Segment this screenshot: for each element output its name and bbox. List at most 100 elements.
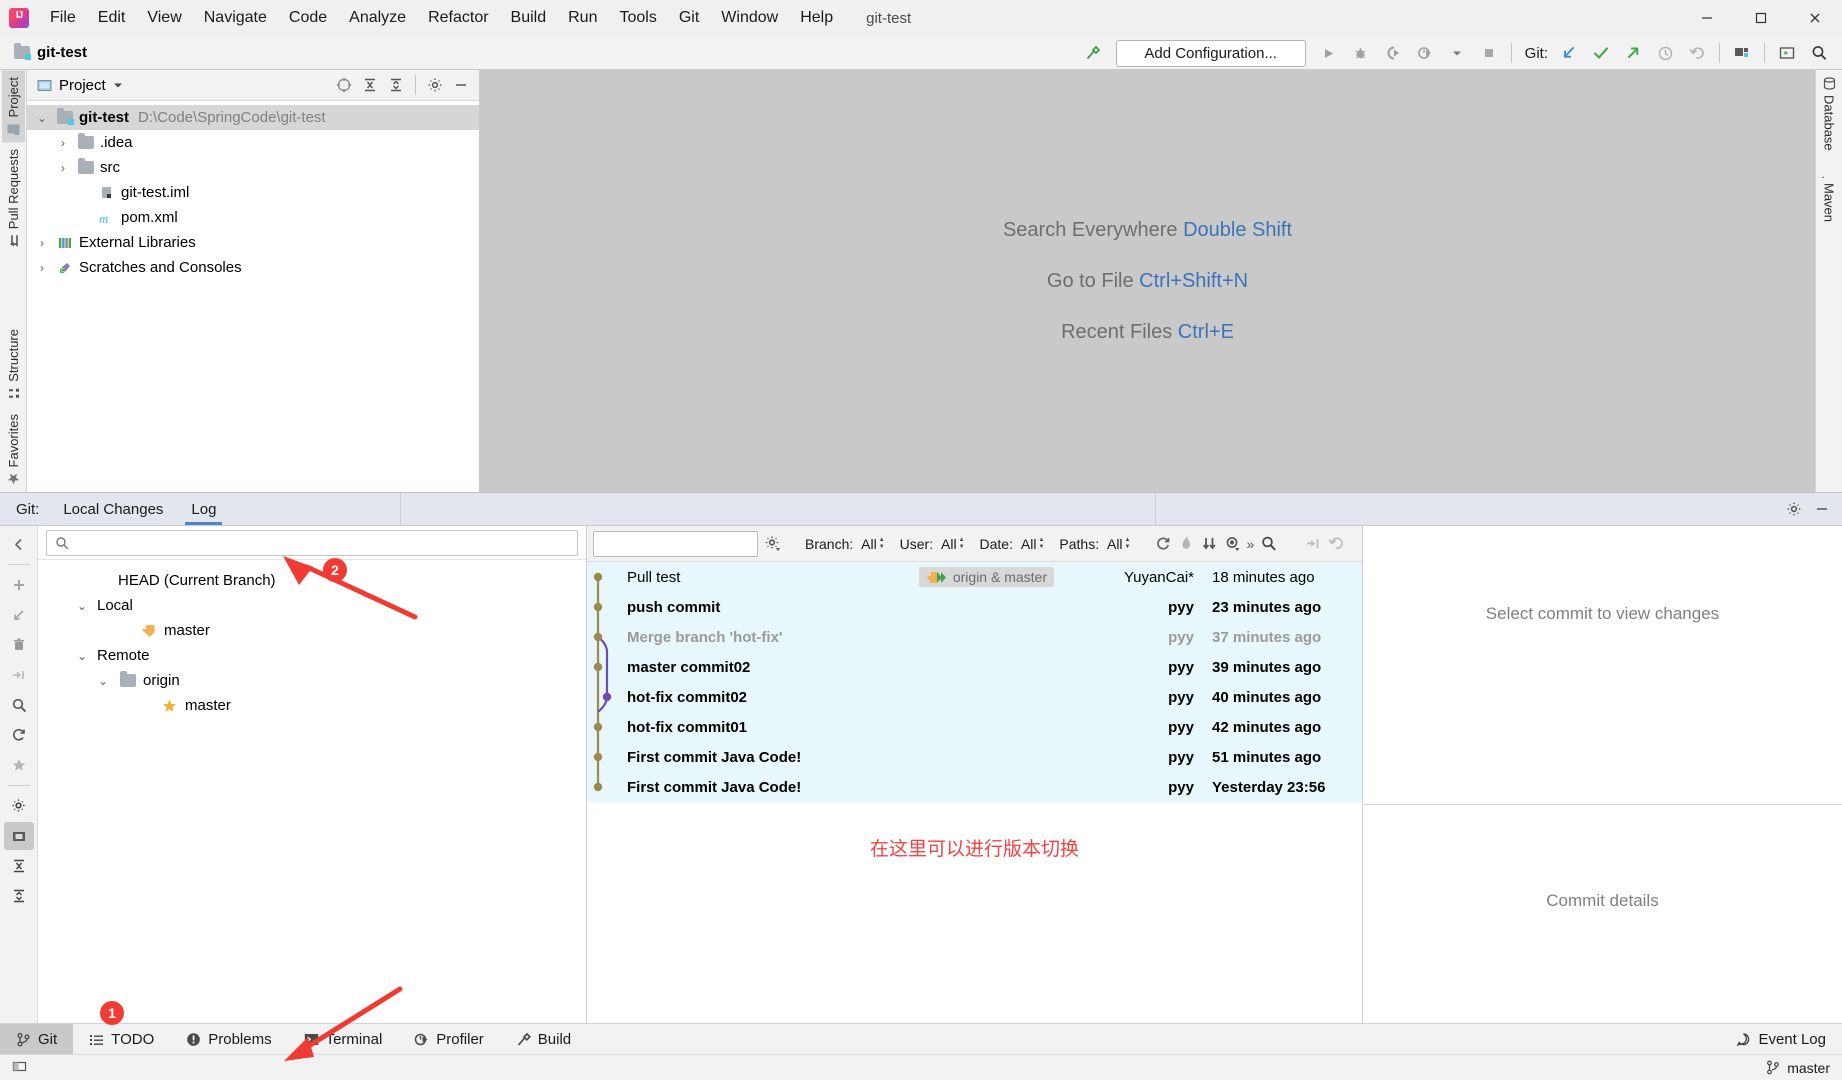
stripe-item-project[interactable]: Project bbox=[1, 70, 25, 143]
refresh-icon[interactable] bbox=[4, 721, 34, 749]
expand-all-icon[interactable] bbox=[4, 852, 34, 880]
stripe-item-structure[interactable]: Structure bbox=[2, 322, 25, 407]
bottom-tab-problems[interactable]: Problems bbox=[170, 1024, 287, 1054]
more-icon[interactable]: » bbox=[1247, 533, 1255, 555]
profile-icon[interactable] bbox=[1410, 39, 1440, 67]
project-window-title-group[interactable]: Project bbox=[37, 77, 123, 94]
build-hammer-icon[interactable] bbox=[1078, 39, 1108, 67]
menu-item-git[interactable]: Git bbox=[668, 5, 710, 31]
breadcrumb[interactable]: git-test bbox=[14, 43, 87, 61]
run-icon[interactable] bbox=[1314, 39, 1344, 67]
git-push-icon[interactable] bbox=[1618, 39, 1648, 67]
git-commit-icon[interactable] bbox=[1586, 39, 1616, 67]
chevron-right-icon[interactable]: › bbox=[54, 136, 72, 150]
event-log-button[interactable]: Event Log bbox=[1720, 1024, 1842, 1054]
scroll-from-source-icon[interactable] bbox=[332, 74, 356, 96]
project-tree-item-scratches-and-consoles[interactable]: › C Scratches and Consoles bbox=[27, 255, 479, 280]
menu-item-run[interactable]: Run bbox=[557, 5, 608, 31]
branch-tree-item-origin[interactable]: ⌄ origin bbox=[38, 668, 586, 693]
collapse-all-icon[interactable] bbox=[384, 74, 408, 96]
log-search-box[interactable] bbox=[593, 530, 788, 557]
menu-item-tools[interactable]: Tools bbox=[608, 5, 667, 31]
menu-item-window[interactable]: Window bbox=[710, 5, 789, 31]
menu-item-edit[interactable]: Edit bbox=[87, 5, 137, 31]
menu-item-view[interactable]: View bbox=[136, 5, 192, 31]
chevron-right-icon[interactable]: › bbox=[33, 236, 51, 250]
tab-log[interactable]: Log bbox=[177, 493, 230, 525]
project-tree-item-pom-xml[interactable]: m pom.xml bbox=[27, 205, 479, 230]
menu-item-help[interactable]: Help bbox=[789, 5, 844, 31]
stripe-item-maven[interactable]: m Maven bbox=[1818, 158, 1841, 229]
chevron-down-icon[interactable] bbox=[113, 80, 123, 90]
close-button[interactable] bbox=[1788, 0, 1842, 36]
show-folders-icon[interactable] bbox=[3, 822, 34, 850]
add-configuration-button[interactable]: Add Configuration... bbox=[1115, 39, 1306, 67]
log-settings-gear-icon[interactable] bbox=[764, 533, 781, 555]
expand-all-icon[interactable] bbox=[358, 74, 382, 96]
menu-item-analyze[interactable]: Analyze bbox=[338, 5, 417, 31]
project-tree-item-git-test-iml[interactable]: git-test.iml bbox=[27, 180, 479, 205]
collapse-icon[interactable] bbox=[4, 661, 34, 689]
refresh-icon[interactable] bbox=[1155, 533, 1172, 555]
bottom-tab-todo[interactable]: TODO bbox=[73, 1024, 170, 1054]
branch-tree-item-master[interactable]: master bbox=[38, 618, 586, 643]
branch-tree-item-local[interactable]: ⌄ Local bbox=[38, 593, 586, 618]
stop-icon[interactable] bbox=[1474, 39, 1504, 67]
collapse-left-icon[interactable] bbox=[4, 530, 34, 558]
project-tree-item-external-libraries[interactable]: › External Libraries bbox=[27, 230, 479, 255]
minimize-button[interactable] bbox=[1680, 0, 1734, 36]
settings-gear-icon[interactable] bbox=[1782, 498, 1806, 520]
chevron-down-icon[interactable]: ⌄ bbox=[33, 111, 51, 125]
project-tree-item-idea[interactable]: › .idea bbox=[27, 130, 479, 155]
git-history-clock-icon[interactable] bbox=[1650, 39, 1680, 67]
menu-item-build[interactable]: Build bbox=[500, 5, 558, 31]
status-left-icon[interactable] bbox=[12, 1059, 27, 1077]
status-branch-widget[interactable]: master bbox=[1766, 1060, 1830, 1076]
commit-row[interactable]: master commit02 pyy 39 minutes ago bbox=[587, 652, 1362, 682]
chevron-down-icon[interactable]: ⌄ bbox=[73, 649, 91, 663]
eye-icon[interactable] bbox=[1224, 533, 1241, 555]
stripe-item-pull-requests[interactable]: Pull Requests bbox=[2, 142, 25, 254]
sort-icon[interactable] bbox=[1201, 533, 1218, 555]
bottom-tab-git[interactable]: Git bbox=[0, 1024, 74, 1054]
chevron-down-icon[interactable] bbox=[1442, 39, 1472, 67]
menu-item-code[interactable]: Code bbox=[278, 5, 338, 31]
hide-window-icon[interactable] bbox=[449, 74, 473, 96]
branch-tree-item-remote[interactable]: ⌄ Remote bbox=[38, 643, 586, 668]
git-rollback-icon[interactable] bbox=[1682, 39, 1712, 67]
chevron-right-icon[interactable]: › bbox=[33, 261, 51, 275]
settings-gear-icon[interactable] bbox=[423, 74, 447, 96]
branch-tree-item-master[interactable]: master bbox=[38, 693, 586, 718]
commit-row[interactable]: hot-fix commit01 pyy 42 minutes ago bbox=[587, 712, 1362, 742]
commit-list[interactable]: Pull test origin & master YuyanCai* 18 minu… bbox=[587, 562, 1362, 1023]
git-update-project-icon[interactable] bbox=[1554, 39, 1584, 67]
project-tree-item-src[interactable]: › src bbox=[27, 155, 479, 180]
highlight-icon[interactable] bbox=[1178, 533, 1195, 555]
delete-icon[interactable] bbox=[4, 631, 34, 659]
branch-search-input[interactable] bbox=[75, 534, 569, 551]
search-icon[interactable] bbox=[4, 691, 34, 719]
run-anything-icon[interactable] bbox=[1772, 39, 1802, 67]
collapse-all-icon[interactable] bbox=[4, 882, 34, 910]
menu-item-navigate[interactable]: Navigate bbox=[193, 5, 278, 31]
tab-local-changes[interactable]: Local Changes bbox=[49, 493, 177, 525]
commit-row[interactable]: Pull test origin & master YuyanCai* 18 minu… bbox=[587, 562, 1362, 592]
stripe-item-database[interactable]: Database bbox=[1818, 70, 1841, 158]
log-filter-user[interactable]: User: All ▲ ▼ bbox=[898, 536, 967, 552]
log-filter-date[interactable]: Date: All ▲ ▼ bbox=[978, 536, 1047, 552]
commit-ref-chip[interactable]: origin & master bbox=[918, 567, 1054, 587]
search-icon[interactable] bbox=[1260, 533, 1277, 555]
menu-item-refactor[interactable]: Refactor bbox=[417, 5, 499, 31]
commit-row[interactable]: First commit Java Code! pyy 51 minutes ago bbox=[587, 742, 1362, 772]
add-icon[interactable] bbox=[4, 571, 34, 599]
commit-row[interactable]: push commit pyy 23 minutes ago bbox=[587, 592, 1362, 622]
undo-icon[interactable] bbox=[1328, 533, 1345, 555]
branch-tree-item-head-current-branch[interactable]: HEAD (Current Branch) bbox=[38, 568, 586, 593]
log-filter-branch[interactable]: Branch: All ▲ ▼ bbox=[803, 536, 887, 552]
collapse-to-icon[interactable] bbox=[1305, 533, 1322, 555]
commit-row[interactable]: hot-fix commit02 pyy 40 minutes ago bbox=[587, 682, 1362, 713]
stripe-item-favorites[interactable]: Favorites bbox=[2, 407, 25, 492]
project-tree-item-git-test[interactable]: ⌄ git-test D:\Code\SpringCode\git-test bbox=[27, 105, 479, 130]
hide-window-icon[interactable] bbox=[1810, 498, 1834, 520]
bottom-tab-build[interactable]: Build bbox=[500, 1024, 587, 1054]
